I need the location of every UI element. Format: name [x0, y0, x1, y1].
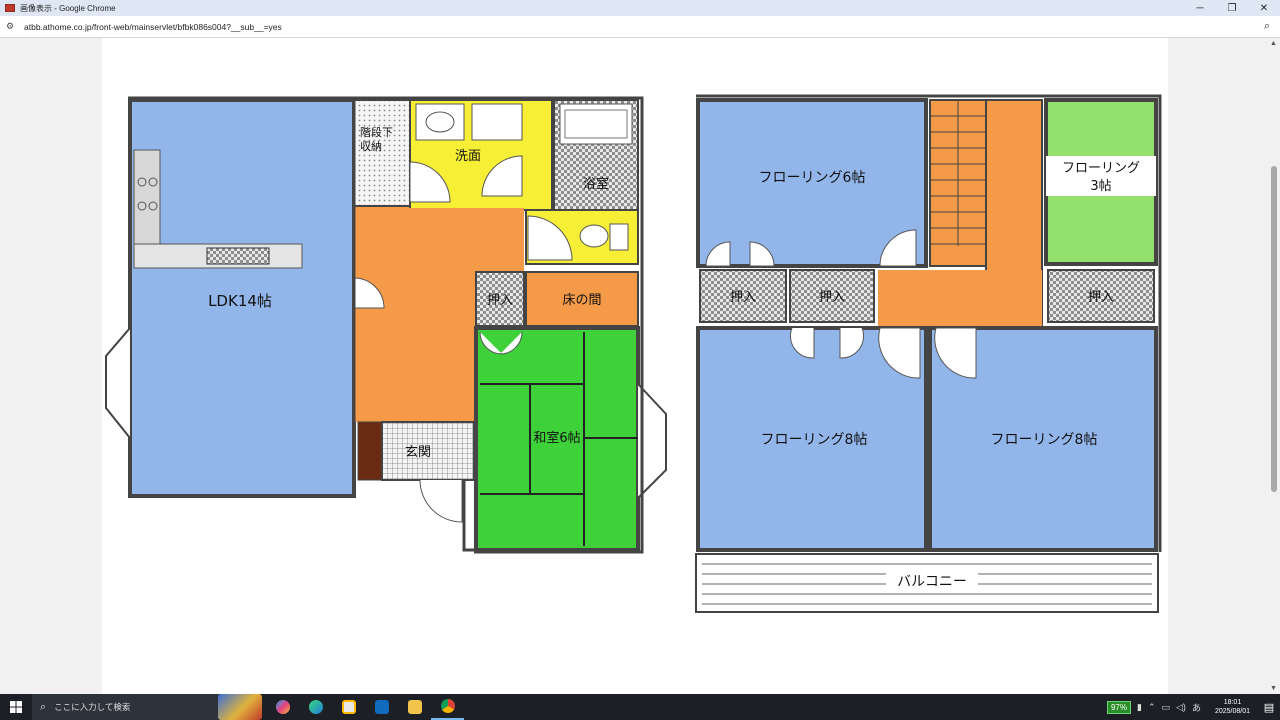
window-title: 画像表示 - Google Chrome — [20, 3, 116, 13]
ime-indicator[interactable]: あ — [1192, 701, 1201, 714]
network-icon[interactable]: ▭ — [1162, 702, 1171, 713]
search-highlight-image[interactable] — [218, 694, 262, 720]
taskbar-search-box[interactable]: ⌕ ここに入力して検索 — [32, 694, 262, 720]
content-panel: LDK14帖 階段下収納 洗面 浴室 押入 床の間 和室6帖 玄関 フローリング… — [102, 38, 1168, 694]
zoom-icon[interactable]: ⌕ — [1264, 20, 1270, 33]
ldk-label: LDK14帖 — [208, 292, 272, 310]
taskbar: ⌕ ここに入力して検索 97% ▮ ⌃ ▭ ◁) あ 18:01 2025/08… — [0, 694, 1280, 720]
scroll-up-arrow-icon[interactable]: ▲ — [1270, 40, 1277, 47]
clock[interactable]: 18:01 2025/08/01 — [1215, 698, 1250, 716]
search-icon: ⌕ — [40, 700, 47, 713]
clock-date: 2025/08/01 — [1214, 708, 1250, 715]
outlook-icon[interactable] — [365, 694, 398, 720]
upper-floor-plan: フローリング6帖 フローリング 3帖 押入 押入 押入 フローリング8帖 フロー… — [695, 94, 1162, 613]
entrance-label: 玄関 — [405, 445, 431, 460]
balcony-label: バルコニー — [897, 574, 967, 590]
tokonoma-label: 床の間 — [562, 293, 601, 308]
upper-closet-b-label: 押入 — [819, 290, 845, 305]
restore-button[interactable]: ❐ — [1216, 0, 1248, 16]
start-button[interactable] — [0, 694, 32, 720]
page-viewport: LDK14帖 階段下収納 洗面 浴室 押入 床の間 和室6帖 玄関 フローリング… — [0, 38, 1268, 694]
show-hidden-icons-icon[interactable]: ⌃ — [1148, 702, 1156, 713]
floor-plan: LDK14帖 階段下収納 洗面 浴室 押入 床の間 和室6帖 玄関 フローリング… — [105, 94, 1162, 613]
flooring-8-left-label: フローリング8帖 — [761, 432, 868, 448]
washroom-label: 洗面 — [455, 149, 481, 164]
flooring-8-right-label: フローリング8帖 — [991, 432, 1098, 448]
minimize-button[interactable]: ─ — [1184, 0, 1216, 16]
bath-label: 浴室 — [583, 176, 609, 192]
chrome-icon[interactable] — [431, 694, 464, 720]
notification-center-icon[interactable]: ▤ — [1258, 701, 1280, 714]
close-button[interactable]: ✕ — [1248, 0, 1280, 16]
ground-floor-plan: LDK14帖 階段下収納 洗面 浴室 押入 床の間 和室6帖 玄関 — [105, 96, 667, 554]
edge-icon[interactable] — [299, 694, 332, 720]
flooring-6-label: フローリング6帖 — [759, 170, 866, 186]
washitsu-label: 和室6帖 — [533, 430, 580, 446]
scroll-down-arrow-icon[interactable]: ▼ — [1270, 685, 1277, 692]
system-tray: 97% ▮ ⌃ ▭ ◁) あ 18:01 2025/08/01 ▤ — [1106, 694, 1280, 720]
clock-time: 18:01 — [1223, 699, 1242, 706]
windows-logo-icon — [10, 701, 22, 713]
flooring-3-label-1: フローリング — [1062, 161, 1140, 176]
upper-closet-c-label: 押入 — [1088, 290, 1114, 305]
copilot-icon[interactable] — [266, 694, 299, 720]
battery-indicator[interactable]: 97% — [1106, 700, 1131, 714]
mic-icon[interactable]: ▮ — [1137, 702, 1142, 713]
volume-icon[interactable]: ◁) — [1176, 702, 1186, 713]
flooring-3-label-2: 3帖 — [1090, 179, 1111, 194]
window-title-bar: 画像表示 - Google Chrome ─ ❐ ✕ — [0, 0, 1280, 16]
store-icon[interactable] — [332, 694, 365, 720]
file-explorer-icon[interactable] — [398, 694, 431, 720]
address-bar: ⚙ atbb.athome.co.jp/front-web/mainservle… — [0, 16, 1280, 38]
url-field[interactable]: atbb.athome.co.jp/front-web/mainservlet/… — [24, 22, 282, 32]
page-scrollbar[interactable]: ▲ ▼ — [1268, 38, 1280, 694]
image-viewer-icon — [5, 4, 15, 12]
scrollbar-thumb[interactable] — [1271, 166, 1277, 492]
search-placeholder: ここに入力して検索 — [54, 702, 131, 712]
ground-closet-label: 押入 — [487, 293, 513, 308]
upper-closet-a-label: 押入 — [730, 290, 756, 305]
taskbar-apps — [266, 694, 464, 720]
tune-icon[interactable]: ⚙ — [6, 21, 18, 32]
window-controls: ─ ❐ ✕ — [1184, 0, 1280, 16]
